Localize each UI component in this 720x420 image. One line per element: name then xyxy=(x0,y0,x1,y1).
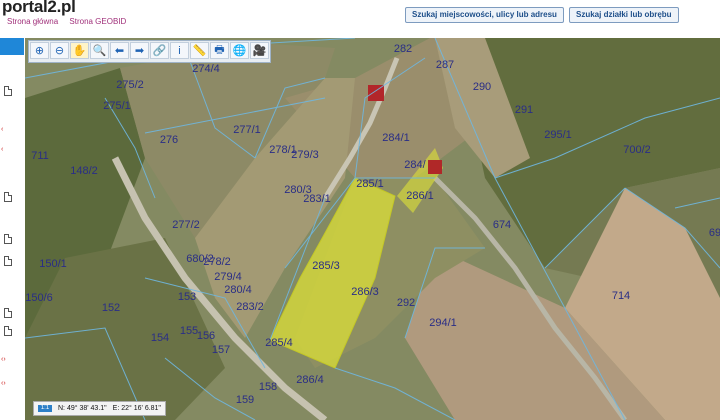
parcel-label[interactable]: 284/ xyxy=(404,159,425,171)
parcel-label[interactable]: 274/4 xyxy=(192,63,220,75)
parcel-label[interactable]: 295/1 xyxy=(544,129,572,141)
document-icon[interactable] xyxy=(4,326,12,336)
longitude-readout: E: 22° 16' 6.81" xyxy=(112,405,161,412)
parcel-label[interactable]: 153 xyxy=(178,291,196,303)
parcel-label[interactable]: 290 xyxy=(473,81,491,93)
print-icon[interactable]: 🖶 xyxy=(210,42,229,59)
parcel-label[interactable]: 287 xyxy=(436,59,454,71)
link-geobid[interactable]: Strona GEOBID xyxy=(69,17,126,26)
parcel-label[interactable]: 154 xyxy=(151,332,169,344)
parcel-label[interactable]: 148/2 xyxy=(70,165,98,177)
red-marker-icon: ‹ xyxy=(1,126,4,133)
parcel-label[interactable]: 285/1 xyxy=(356,178,384,190)
parcel-label[interactable]: 291 xyxy=(515,104,533,116)
parcel-label[interactable]: 286/1 xyxy=(406,190,434,202)
site-logo[interactable]: portal2.pl xyxy=(2,0,76,17)
document-icon[interactable] xyxy=(4,308,12,318)
coordinates-bar: 1:1 N: 49° 38' 43.1" E: 22° 16' 6.81" xyxy=(33,401,166,416)
document-icon[interactable] xyxy=(4,256,12,266)
scale-indicator: 1:1 xyxy=(38,405,52,412)
aerial-map xyxy=(25,38,720,420)
red-marker-icon: ‹› xyxy=(1,380,6,387)
red-marker-icon: ‹ xyxy=(1,146,4,153)
parcel-label[interactable]: 150/1 xyxy=(39,258,67,270)
map-toolbar: ⊕ ⊖ ✋ 🔍 ⬅ ➡ 🔗 i 📏 🖶 🌐 🎥 xyxy=(28,40,271,63)
parcel-label[interactable]: 152 xyxy=(102,302,120,314)
parcel-label[interactable]: 292 xyxy=(397,297,415,309)
parcel-label[interactable]: 156 xyxy=(197,330,215,342)
parcel-label[interactable]: 674 xyxy=(493,219,511,231)
parcel-label[interactable]: 155 xyxy=(180,325,198,337)
header: portal2.pl Strona główna Strona GEOBID S… xyxy=(0,0,720,38)
parcel-label[interactable]: 275/1 xyxy=(103,100,131,112)
parcel-label[interactable]: 285/3 xyxy=(312,260,340,272)
parcel-label[interactable]: 150/6 xyxy=(25,292,53,304)
parcel-label[interactable]: 711 xyxy=(31,150,49,162)
document-icon[interactable] xyxy=(4,234,12,244)
parcel-label[interactable]: 69 xyxy=(709,227,720,239)
parcel-label[interactable]: 294/1 xyxy=(429,317,457,329)
parcel-label[interactable]: 282 xyxy=(394,43,412,55)
document-icon[interactable] xyxy=(4,192,12,202)
back-arrow-icon[interactable]: ⬅ xyxy=(110,42,129,59)
zoom-in-icon[interactable]: ⊕ xyxy=(30,42,49,59)
parcel-label[interactable]: 285/4 xyxy=(265,337,293,349)
search-parcel-button[interactable]: Szukaj działki lub obrębu xyxy=(569,7,679,23)
parcel-label[interactable]: 280/4 xyxy=(224,284,252,296)
left-sidebar: ‹ ‹ ‹› ‹› xyxy=(0,38,26,420)
parcel-label[interactable]: 283/1 xyxy=(303,193,331,205)
latitude-readout: N: 49° 38' 43.1" xyxy=(58,405,107,412)
parcel-label[interactable]: 157 xyxy=(212,344,230,356)
parcel-label[interactable]: 714 xyxy=(612,290,630,302)
red-marker-icon: ‹› xyxy=(1,356,6,363)
parcel-label[interactable]: 277/1 xyxy=(233,124,261,136)
parcel-label[interactable]: 279/3 xyxy=(291,149,319,161)
document-icon[interactable] xyxy=(4,86,12,96)
info-icon[interactable]: i xyxy=(170,42,189,59)
header-links: Strona główna Strona GEOBID xyxy=(7,17,135,26)
parcel-label[interactable]: 283/2 xyxy=(236,301,264,313)
parcel-label[interactable]: 275/2 xyxy=(116,79,144,91)
parcel-label[interactable]: 700/2 xyxy=(623,144,651,156)
video-icon[interactable]: 🎥 xyxy=(250,42,269,59)
parcel-label[interactable]: 276 xyxy=(160,134,178,146)
parcel-label[interactable]: 286/4 xyxy=(296,374,324,386)
link-home[interactable]: Strona główna xyxy=(7,17,58,26)
zoom-out-icon[interactable]: ⊖ xyxy=(50,42,69,59)
parcel-label[interactable]: 277/2 xyxy=(172,219,200,231)
parcel-label[interactable]: 286/3 xyxy=(351,286,379,298)
pan-hand-icon[interactable]: ✋ xyxy=(70,42,89,59)
search-address-button[interactable]: Szukaj miejscowości, ulicy lub adresu xyxy=(405,7,564,23)
parcel-label[interactable]: 159 xyxy=(236,394,254,406)
parcel-label[interactable]: 158 xyxy=(259,381,277,393)
parcel-label[interactable]: 279/4 xyxy=(214,271,242,283)
forward-arrow-icon[interactable]: ➡ xyxy=(130,42,149,59)
link-icon[interactable]: 🔗 xyxy=(150,42,169,59)
parcel-label[interactable]: 284/1 xyxy=(382,132,410,144)
parcel-label[interactable]: 278/2 xyxy=(203,256,231,268)
sidebar-active-tab[interactable] xyxy=(0,38,24,55)
measure-icon[interactable]: 📏 xyxy=(190,42,209,59)
zoom-box-icon[interactable]: 🔍 xyxy=(90,42,109,59)
globe-icon[interactable]: 🌐 xyxy=(230,42,249,59)
map-view[interactable]: ⊕ ⊖ ✋ 🔍 ⬅ ➡ 🔗 i 📏 🖶 🌐 🎥 282 287 290 291 … xyxy=(25,38,720,420)
